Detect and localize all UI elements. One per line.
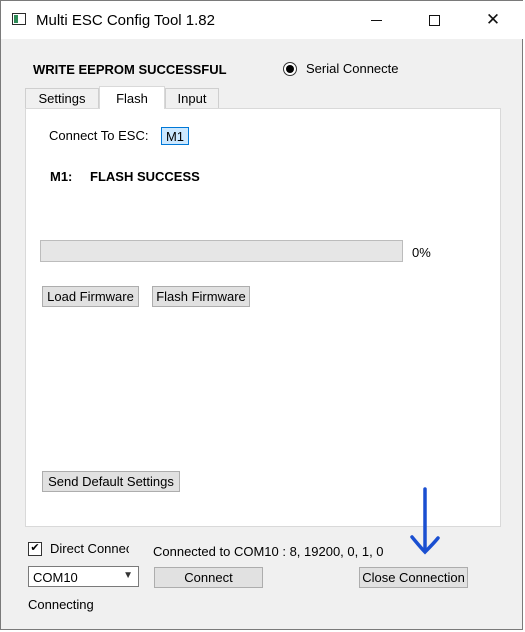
radio-selected-dot: [286, 64, 294, 73]
serial-connect-label: Serial Connecte: [306, 61, 399, 76]
minimize-button[interactable]: [353, 1, 399, 39]
direct-connect-label: Direct Connec: [50, 541, 129, 556]
esc-id-label: M1:: [50, 169, 73, 184]
com-port-dropdown[interactable]: COM10 ▼: [28, 566, 139, 587]
connection-info: Connected to COM10 : 8, 19200, 0, 1, 0: [153, 544, 384, 559]
checkmark-icon: ✔: [30, 542, 40, 554]
com-port-value: COM10: [33, 570, 78, 585]
progress-percent: 0%: [412, 245, 431, 260]
load-firmware-button[interactable]: Load Firmware: [42, 286, 139, 307]
radio-button[interactable]: [283, 61, 297, 76]
serial-connect-radio[interactable]: Serial Connecte: [283, 61, 399, 76]
send-default-settings-button[interactable]: Send Default Settings: [42, 471, 180, 492]
flash-progress-bar: [40, 240, 403, 262]
app-window: Multi ESC Config Tool 1.82 ✕ WRITE EEPRO…: [0, 0, 524, 630]
close-window-button[interactable]: ✕: [470, 1, 516, 39]
esc-selector[interactable]: M1: [161, 127, 189, 145]
connect-button[interactable]: Connect: [154, 567, 263, 588]
close-connection-button[interactable]: Close Connection: [359, 567, 468, 588]
connect-to-esc-label: Connect To ESC:: [49, 128, 149, 143]
tab-input[interactable]: Input: [165, 88, 219, 108]
annotation-arrow-icon: [410, 487, 440, 555]
direct-connect-checkbox[interactable]: ✔ Direct Connec: [28, 541, 129, 556]
tab-flash[interactable]: Flash: [99, 86, 165, 109]
title-bar[interactable]: Multi ESC Config Tool 1.82 ✕: [1, 1, 524, 39]
chevron-down-icon: ▼: [123, 570, 133, 581]
minimize-icon: [370, 19, 382, 21]
status-message: WRITE EEPROM SUCCESSFUL: [33, 62, 227, 77]
connection-status: Connecting: [28, 597, 94, 612]
app-icon: [12, 13, 26, 25]
maximize-button[interactable]: [411, 1, 457, 39]
window-title: Multi ESC Config Tool 1.82: [36, 12, 215, 29]
flash-status-message: FLASH SUCCESS: [90, 169, 200, 184]
maximize-icon: [428, 14, 440, 26]
flash-firmware-button[interactable]: Flash Firmware: [152, 286, 250, 307]
checkbox[interactable]: ✔: [28, 541, 42, 556]
tab-settings[interactable]: Settings: [25, 88, 99, 108]
close-icon: ✕: [485, 9, 501, 30]
flash-panel: Connect To ESC: M1 M1: FLASH SUCCESS 0% …: [25, 108, 501, 527]
